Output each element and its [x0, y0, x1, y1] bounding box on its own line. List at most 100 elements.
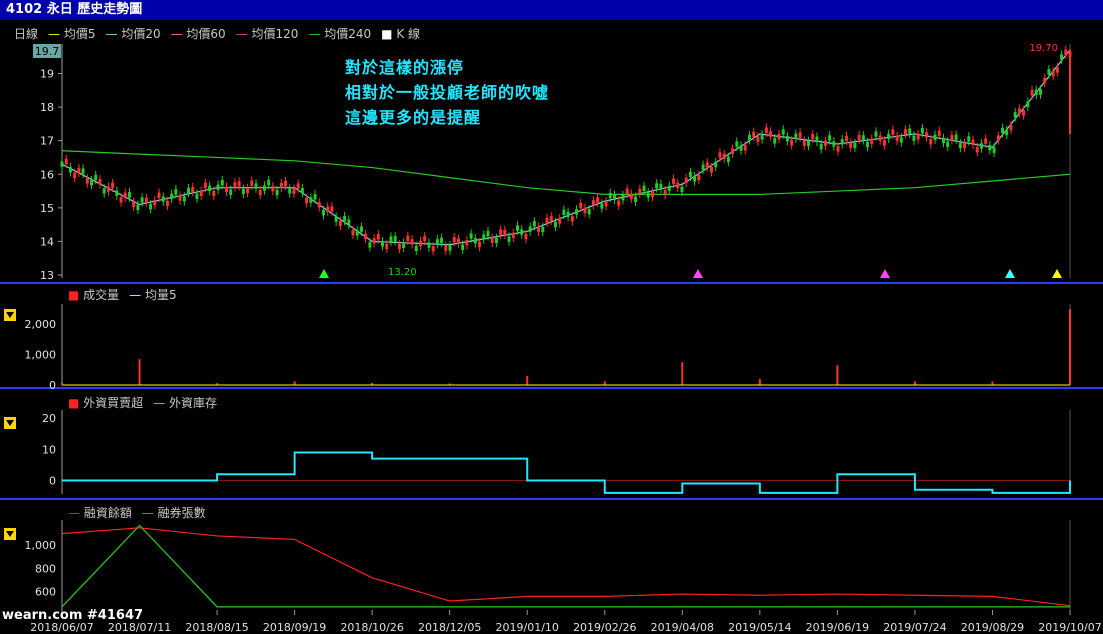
candle-body: [208, 185, 212, 192]
candle-body: [992, 147, 996, 153]
candle-body: [760, 134, 764, 140]
x-tick-label: 2019/02/26: [573, 621, 636, 634]
candle-body: [710, 167, 714, 173]
candle-body: [499, 229, 503, 235]
candle-body: [735, 141, 739, 147]
candle-body: [693, 176, 697, 182]
candle-body: [743, 145, 747, 151]
x-tick-label: 2018/10/26: [340, 621, 403, 634]
candle-body: [819, 144, 823, 150]
candle-body: [853, 142, 857, 149]
candle-body: [553, 221, 557, 228]
candle-body: [402, 242, 406, 249]
candle-body: [672, 178, 676, 184]
candle-body: [549, 215, 553, 222]
candle-body: [220, 180, 224, 186]
candle-body: [326, 206, 330, 212]
candle-body: [705, 162, 709, 168]
candle-body: [343, 215, 347, 222]
candle-body: [376, 234, 380, 240]
candle-body: [528, 226, 532, 232]
candle-body: [203, 182, 207, 189]
candle-body: [731, 148, 735, 154]
candle-body: [414, 245, 418, 252]
candle-body: [338, 220, 342, 227]
candle-body: [929, 139, 933, 145]
candle-body: [60, 161, 64, 167]
candle-body: [988, 145, 992, 151]
candle-body: [77, 167, 81, 174]
candle-body: [385, 243, 389, 250]
candle-body: [861, 135, 865, 141]
signal-triangle-icon: [1052, 269, 1062, 278]
candle-body: [532, 221, 536, 227]
high-price-label: 19.70: [1029, 43, 1058, 54]
candle-body: [591, 200, 595, 206]
candle-body: [933, 134, 937, 140]
candle-body: [246, 187, 250, 194]
candle-body: [275, 189, 279, 196]
candle-body: [195, 193, 199, 199]
candle-body: [832, 141, 836, 147]
candle-body: [815, 136, 819, 142]
candle-body: [1009, 124, 1013, 131]
y-tick-label: 0: [49, 379, 56, 392]
candle-body: [904, 129, 908, 135]
series-line-price: [61, 49, 1071, 246]
candle-body: [984, 138, 988, 144]
candle-body: [769, 131, 773, 137]
candle-body: [456, 238, 460, 244]
candle-body: [718, 152, 722, 158]
candle-body: [836, 146, 840, 152]
candle-body: [697, 174, 701, 181]
candle-body: [258, 189, 262, 196]
candle-body: [1022, 110, 1026, 116]
candle-body: [191, 186, 195, 193]
x-tick-label: 2019/04/08: [651, 621, 714, 634]
candle-body: [427, 242, 431, 248]
candle-body: [144, 197, 148, 204]
candle-body: [313, 194, 317, 200]
candle-body: [305, 198, 309, 204]
y-tick-label: 2,000: [25, 318, 57, 331]
candle-body: [857, 134, 861, 141]
candle-body: [381, 241, 385, 247]
candle-body: [667, 185, 671, 192]
candle-body: [688, 171, 692, 178]
candle-body: [81, 168, 85, 174]
candle-body: [140, 197, 144, 203]
candle-body: [237, 181, 241, 187]
candle-body: [714, 161, 718, 168]
candle-body: [199, 190, 203, 197]
y-tick-label: 14: [40, 235, 54, 248]
y-tick-label: 600: [35, 586, 56, 599]
candle-body: [182, 196, 186, 202]
candle-body: [284, 180, 288, 187]
candle-body: [461, 244, 465, 251]
candle-body: [469, 233, 473, 239]
candle-body: [478, 241, 482, 248]
candle-body: [613, 194, 617, 200]
candle-body: [882, 140, 886, 146]
candle-body: [963, 142, 967, 149]
candle-body: [431, 246, 435, 252]
candle-body: [811, 133, 815, 140]
candle-body: [1051, 70, 1055, 77]
candle-body: [608, 192, 612, 199]
candle-body: [579, 202, 583, 209]
x-tick-label: 2018/09/19: [263, 621, 326, 634]
candle-body: [119, 197, 123, 203]
candle-body: [541, 226, 545, 233]
candle-body: [372, 238, 376, 244]
candle-body: [444, 245, 448, 251]
candle-body: [267, 179, 271, 186]
y-tick-label: 0: [49, 474, 56, 487]
candle-body: [802, 140, 806, 146]
candle-body: [570, 216, 574, 222]
candle-body: [866, 141, 870, 148]
candle-body: [747, 135, 751, 141]
candle-body: [941, 137, 945, 144]
x-tick-label: 2019/05/14: [728, 621, 791, 634]
candle-body: [975, 146, 979, 153]
candle-body: [486, 230, 490, 237]
